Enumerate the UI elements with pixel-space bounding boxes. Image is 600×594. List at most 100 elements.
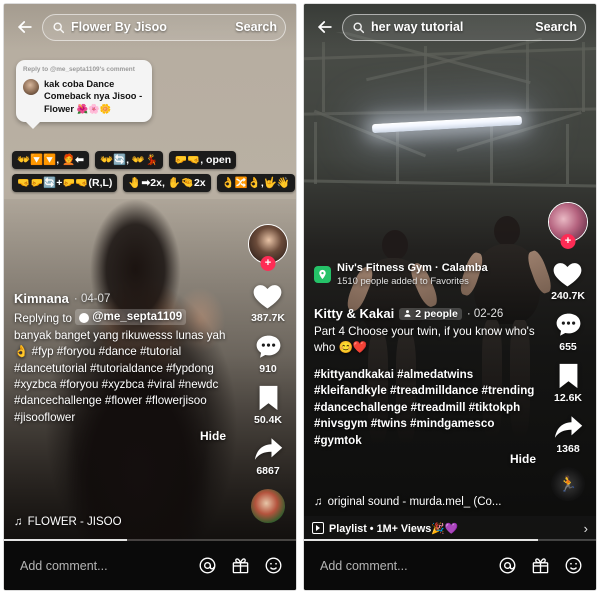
caption-prefix: Replying to xyxy=(14,312,73,326)
reply-bubble-text: kak coba Dance Comeback nya Jisoo - Flow… xyxy=(44,79,143,114)
playlist-icon xyxy=(312,522,324,534)
music-note-icon: ♫ xyxy=(14,516,23,528)
search-input[interactable]: her way tutorial Search xyxy=(342,13,586,41)
sticker-chip-row: 🤜🤛🔄+🤛🤜(R,L) 🤚➡2x, ✋🤏2x 👌🔀👌,🤟👋 xyxy=(12,174,296,193)
music-title: original sound - murda.mel_ (Co... xyxy=(327,496,502,508)
profile-avatar[interactable]: + xyxy=(248,224,288,271)
caption-hashtags[interactable]: #kittyandkakai #almedatwins #kleifandkyl… xyxy=(314,367,536,449)
music-row-right[interactable]: ♫ original sound - murda.mel_ (Co... xyxy=(314,496,501,508)
people-count-text: 2 people xyxy=(415,307,458,320)
action-rail-right: + 240.7K 655 12.6K 1368 🏃 xyxy=(548,202,588,501)
search-button[interactable]: Search xyxy=(227,20,277,34)
like-button[interactable]: 240.7K xyxy=(551,259,585,302)
location-subtitle: 1510 people added to Favorites xyxy=(337,275,469,286)
search-query-text: her way tutorial xyxy=(371,20,464,34)
search-input[interactable]: Flower By Jisoo Search xyxy=(42,13,286,41)
search-button[interactable]: Search xyxy=(527,20,577,34)
post-date: · 04-07 xyxy=(73,292,111,305)
search-icon xyxy=(53,21,65,33)
music-note-icon: ♫ xyxy=(314,496,323,508)
back-arrow-icon[interactable] xyxy=(312,14,338,40)
tiktok-video-panel-right: her way tutorial Search + 240.7K 655 12.… xyxy=(303,3,597,591)
gift-icon[interactable] xyxy=(231,556,250,575)
hide-button[interactable]: Hide xyxy=(14,429,226,443)
sticker-chip[interactable]: 👌🔀👌,🤟👋 xyxy=(216,174,295,193)
comment-bar-right: Add comment... xyxy=(304,541,596,590)
reply-comment-bubble[interactable]: Reply to @me_septa1109's comment kak cob… xyxy=(16,60,152,130)
comment-count: 910 xyxy=(259,363,277,375)
add-comment-input[interactable]: Add comment... xyxy=(320,559,498,573)
gift-icon[interactable] xyxy=(531,556,550,575)
share-arrow-icon xyxy=(254,438,282,460)
sticker-chip[interactable]: 🤜🤛🔄+🤛🤜(R,L) xyxy=(12,174,118,193)
playlist-bar[interactable]: Playlist • 1M+ Views🎉💜 › xyxy=(304,516,596,540)
sticker-chip[interactable]: 👐🔽🔽, 🧑‍🦰⬅ xyxy=(12,151,89,170)
sticker-chip[interactable]: 🤚➡2x, ✋🤏2x xyxy=(123,174,211,193)
like-count: 387.7K xyxy=(251,312,285,324)
add-comment-input[interactable]: Add comment... xyxy=(20,559,198,573)
profile-avatar[interactable]: + xyxy=(548,202,588,249)
comment-bar-left: Add comment... xyxy=(4,541,296,590)
emoji-icon[interactable] xyxy=(564,556,583,575)
search-icon xyxy=(353,21,365,33)
caption-text: Replying to @me_septa1109 banyak banget … xyxy=(14,309,226,426)
sticker-chip[interactable]: 👐🔄, 👐💃 xyxy=(94,151,164,170)
location-card[interactable]: Niv's Fitness Gym · Calamba 1510 people … xyxy=(314,262,488,286)
reply-to-username: @me_septa1109 xyxy=(92,310,183,323)
bookmark-button[interactable]: 12.6K xyxy=(554,362,582,404)
like-count: 240.7K xyxy=(551,290,585,302)
comment-bar-icons xyxy=(498,556,583,575)
music-disc[interactable]: 🏃 xyxy=(551,467,585,501)
screenshot-stage: Flower By Jisoo Search Reply to @me_sept… xyxy=(0,0,600,594)
emoji-icon[interactable] xyxy=(264,556,283,575)
playlist-text: Playlist • 1M+ Views🎉💜 xyxy=(329,522,459,535)
share-count: 1368 xyxy=(556,443,580,455)
bookmark-count: 12.6K xyxy=(553,392,583,404)
sticker-chip[interactable]: 🤛🤜, open xyxy=(169,151,237,170)
comment-bubble-icon xyxy=(556,313,580,336)
bookmark-button[interactable]: 50.4K xyxy=(254,384,282,426)
share-count: 6867 xyxy=(256,465,280,477)
music-disc[interactable] xyxy=(251,489,285,523)
author-name[interactable]: Kitty & Kakai xyxy=(314,306,394,321)
caption-block-right: Kitty & Kakai 2 people · 02-26 Part 4 Ch… xyxy=(314,306,536,466)
location-pin-icon xyxy=(314,265,331,283)
mention-icon[interactable] xyxy=(498,556,517,575)
comment-button[interactable]: 655 xyxy=(554,311,583,353)
back-arrow-icon[interactable] xyxy=(12,14,38,40)
author-line: Kitty & Kakai 2 people · 02-26 xyxy=(314,306,536,321)
share-button[interactable]: 6867 xyxy=(253,435,284,477)
post-date: · 02-26 xyxy=(466,307,504,320)
mention-icon[interactable] xyxy=(198,556,217,575)
author-line: Kimnana · 04-07 xyxy=(14,291,226,306)
comment-count: 655 xyxy=(559,341,577,353)
location-name: Niv's Fitness Gym · Calamba xyxy=(337,262,488,274)
tiktok-video-panel-left: Flower By Jisoo Search Reply to @me_sept… xyxy=(3,3,297,591)
author-name[interactable]: Kimnana xyxy=(14,291,69,306)
dancer-glyph-icon: 🏃 xyxy=(558,476,578,493)
like-button[interactable]: 387.7K xyxy=(251,281,285,324)
comment-bar-icons xyxy=(198,556,283,575)
chevron-right-icon[interactable]: › xyxy=(584,521,588,536)
search-header-left: Flower By Jisoo Search xyxy=(4,4,296,50)
reply-to-user-pill[interactable]: @me_septa1109 xyxy=(75,309,187,326)
comment-dot-icon xyxy=(79,313,90,324)
share-arrow-icon xyxy=(554,416,582,438)
music-title: FLOWER - JISOO xyxy=(27,516,122,528)
commenter-avatar xyxy=(23,79,39,95)
caption-body: banyak banget yang rikuwesss lunas yah👌 … xyxy=(14,328,226,424)
music-row-left[interactable]: ♫ FLOWER - JISOO xyxy=(14,516,122,528)
sticker-chip-row: 👐🔽🔽, 🧑‍🦰⬅ 👐🔄, 👐💃 🤛🤜, open xyxy=(12,151,296,170)
bookmark-count: 50.4K xyxy=(253,414,283,426)
caption-block-left: Kimnana · 04-07 Replying to @me_septa110… xyxy=(14,291,226,443)
share-button[interactable]: 1368 xyxy=(553,413,584,455)
follow-button[interactable]: + xyxy=(560,234,576,249)
follow-button[interactable]: + xyxy=(260,256,276,271)
person-icon xyxy=(404,310,411,317)
people-count-pill[interactable]: 2 people xyxy=(399,307,462,320)
action-rail-left: + 387.7K 910 50.4K 6867 xyxy=(248,224,288,523)
comment-button[interactable]: 910 xyxy=(254,333,283,375)
hide-button[interactable]: Hide xyxy=(314,452,536,466)
caption-text: Part 4 Choose your twin, if you know who… xyxy=(314,325,535,355)
reply-bubble-meta: Reply to @me_septa1109's comment xyxy=(23,66,135,73)
